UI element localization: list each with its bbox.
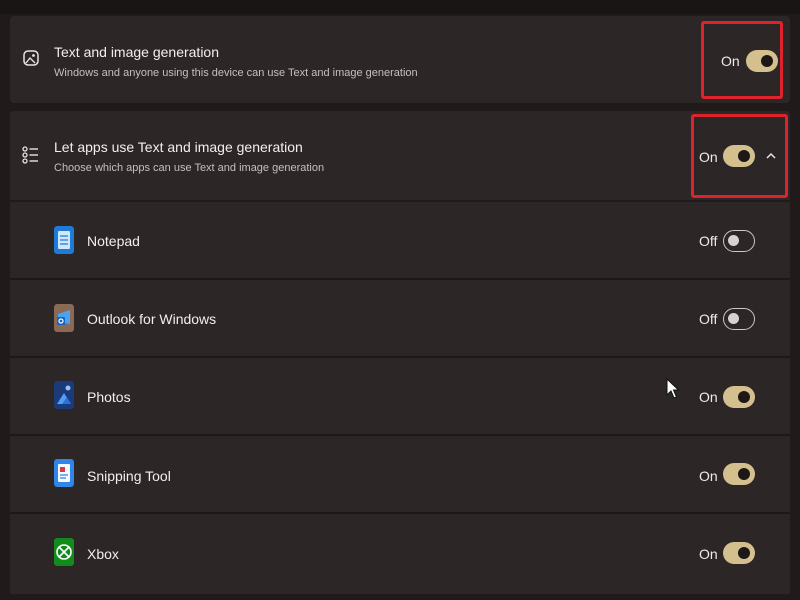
text-image-generation-title: Text and image generation bbox=[54, 44, 219, 60]
list-icon bbox=[22, 146, 38, 164]
xbox-icon bbox=[54, 538, 74, 566]
app-state: Off bbox=[699, 311, 718, 327]
photos-toggle[interactable] bbox=[723, 386, 755, 408]
text-image-generation-card: Text and image generation Windows and an… bbox=[10, 16, 790, 103]
toggle-knob bbox=[728, 235, 739, 246]
app-state: On bbox=[699, 389, 718, 405]
toggle-knob bbox=[738, 468, 750, 480]
toggle-knob bbox=[738, 547, 750, 559]
text-image-generation-subtitle: Windows and anyone using this device can… bbox=[54, 67, 418, 79]
toggle-knob bbox=[728, 313, 739, 324]
app-state: On bbox=[699, 546, 718, 562]
app-state: On bbox=[699, 468, 718, 484]
snipping-tool-toggle[interactable] bbox=[723, 463, 755, 485]
outlook-toggle[interactable] bbox=[723, 308, 755, 330]
let-apps-use-card[interactable]: Let apps use Text and image generation C… bbox=[10, 111, 790, 200]
app-row-notepad: Notepad Off bbox=[10, 202, 790, 280]
toggle-knob bbox=[738, 391, 750, 403]
highlight-box-text-generation bbox=[701, 21, 783, 99]
app-name: Notepad bbox=[87, 233, 140, 249]
notepad-toggle[interactable] bbox=[723, 230, 755, 252]
outlook-icon bbox=[54, 304, 74, 332]
let-apps-use-subtitle: Choose which apps can use Text and image… bbox=[54, 162, 325, 174]
highlight-box-let-apps bbox=[691, 114, 788, 198]
photos-icon bbox=[54, 381, 74, 409]
let-apps-use-title: Let apps use Text and image generation bbox=[54, 139, 303, 155]
app-name: Photos bbox=[87, 389, 131, 405]
app-row-outlook: Outlook for Windows Off bbox=[10, 280, 790, 358]
app-name: Xbox bbox=[87, 546, 119, 562]
app-name: Snipping Tool bbox=[87, 468, 171, 484]
app-state: Off bbox=[699, 233, 718, 249]
snipping-tool-icon bbox=[54, 459, 74, 487]
app-name: Outlook for Windows bbox=[87, 311, 217, 327]
app-row-snipping-tool: Snipping Tool On bbox=[10, 436, 790, 514]
xbox-toggle[interactable] bbox=[723, 542, 755, 564]
app-row-xbox: Xbox On bbox=[10, 514, 790, 594]
notepad-icon bbox=[54, 226, 74, 254]
mouse-cursor-icon bbox=[666, 378, 680, 399]
image-icon bbox=[23, 50, 39, 66]
window-top-edge bbox=[0, 0, 800, 14]
